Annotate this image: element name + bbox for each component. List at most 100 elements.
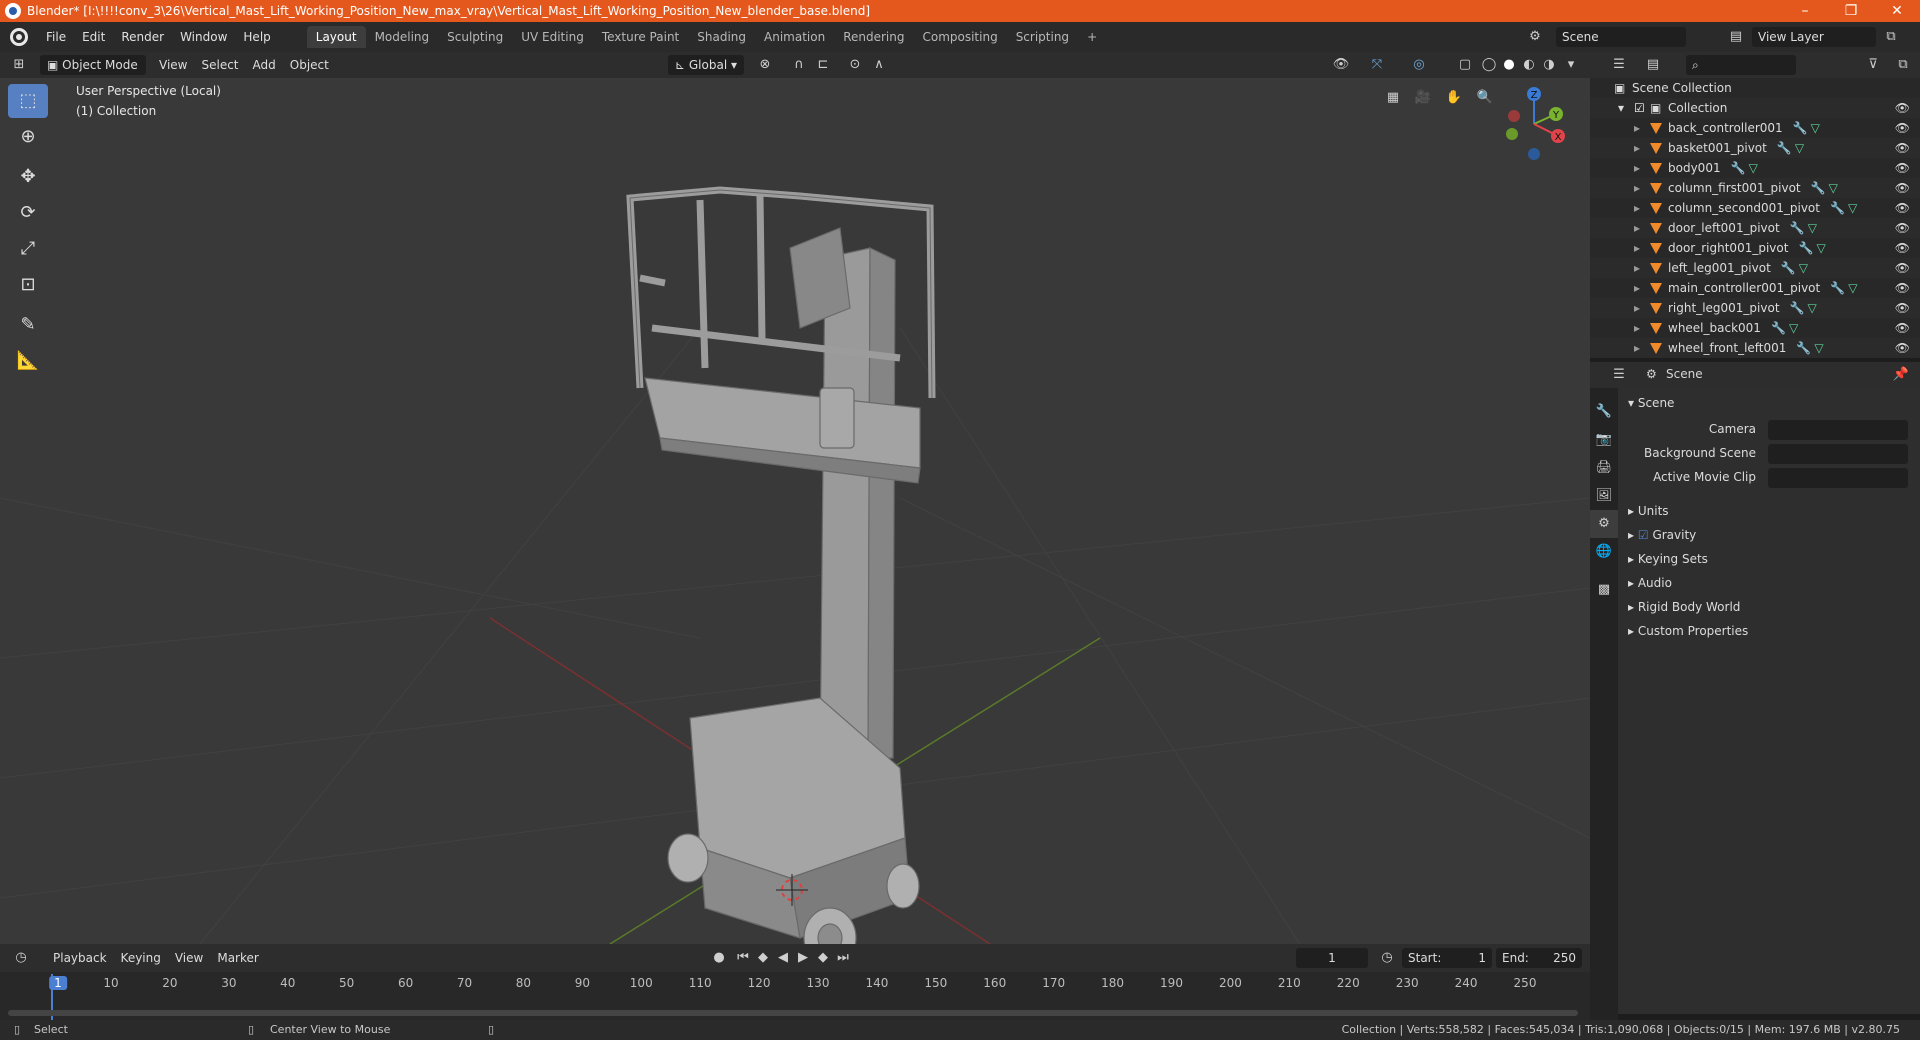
wireframe-shading-icon[interactable]: ◯	[1478, 55, 1500, 75]
record-icon[interactable]: ●	[708, 948, 730, 968]
pivot-point-icon[interactable]: ⊗	[754, 55, 776, 75]
texture-properties-tab-icon[interactable]: ▩	[1590, 576, 1618, 604]
modifier-icon[interactable]: 🔧	[1830, 198, 1845, 218]
new-view-layer-icon[interactable]: ⧉	[1880, 27, 1902, 47]
current-frame-field[interactable]: 1	[1296, 948, 1368, 968]
move-tool-icon[interactable]: ✥	[8, 160, 48, 194]
tab-shading[interactable]: Shading	[688, 26, 755, 48]
outliner-object-row[interactable]: ▸ back_controller001 🔧 ▽ 👁	[1590, 118, 1920, 138]
world-properties-tab-icon[interactable]: 🌐	[1590, 538, 1618, 566]
timeline-menu-view[interactable]: View	[168, 948, 210, 968]
measure-tool-icon[interactable]: 📐	[8, 344, 48, 378]
timeline-editor-type-icon[interactable]: ◷	[10, 948, 32, 968]
audio-section[interactable]: ▸ Audio	[1628, 576, 1672, 590]
eye-icon[interactable]: 👁	[1895, 338, 1910, 358]
scene-panel-header[interactable]: ▾ Scene	[1628, 396, 1674, 410]
modifier-icon[interactable]: 🔧	[1781, 258, 1796, 278]
expand-arrow-icon[interactable]: ▸	[1634, 138, 1640, 158]
viewport-menu-select[interactable]: Select	[194, 55, 245, 75]
solid-shading-icon[interactable]: ●	[1498, 55, 1520, 75]
xray-icon[interactable]: ▢	[1454, 55, 1476, 75]
menu-window[interactable]: Window	[172, 30, 235, 44]
modifier-icon[interactable]: 🔧	[1798, 238, 1813, 258]
shading-options-icon[interactable]: ▾	[1560, 55, 1582, 75]
snap-target-icon[interactable]: ⊏	[812, 55, 834, 75]
snap-icon[interactable]: ∩	[788, 55, 810, 75]
annotate-tool-icon[interactable]: ✎	[8, 308, 48, 342]
view-layer-selector[interactable]: View Layer	[1752, 27, 1876, 47]
timeline-scrollbar[interactable]	[8, 1010, 1578, 1016]
tab-animation[interactable]: Animation	[755, 26, 834, 48]
expand-arrow-icon[interactable]: ▸	[1634, 198, 1640, 218]
expand-arrow-icon[interactable]: ▸	[1634, 278, 1640, 298]
3d-viewport[interactable]: User Perspective (Local) (1) Collection …	[0, 78, 1590, 944]
eye-icon[interactable]: 👁	[1895, 278, 1910, 298]
scene-properties-tab-icon[interactable]: ⚙	[1590, 510, 1618, 538]
expand-arrow-icon[interactable]: ▸	[1634, 178, 1640, 198]
tool-properties-tab-icon[interactable]: 🔧	[1590, 398, 1618, 426]
display-mode-icon[interactable]: ▤	[1642, 55, 1664, 75]
outliner-collection[interactable]: ▾ ☑ ▣ Collection 👁	[1590, 98, 1920, 118]
overlay-toggle-icon[interactable]: ◎	[1408, 55, 1430, 75]
outliner-object-row[interactable]: ▸ door_right001_pivot 🔧 ▽ 👁	[1590, 238, 1920, 258]
minimize-button[interactable]: –	[1782, 0, 1828, 22]
timeline-menu-playback[interactable]: Playback	[46, 948, 114, 968]
eye-icon[interactable]: 👁	[1895, 218, 1910, 238]
menu-help[interactable]: Help	[235, 30, 278, 44]
eye-icon[interactable]: 👁	[1895, 298, 1910, 318]
eye-icon[interactable]: 👁	[1895, 238, 1910, 258]
prev-keyframe-icon[interactable]: ◆	[752, 948, 774, 968]
visibility-icon[interactable]: 👁	[1330, 55, 1352, 75]
frame-ruler[interactable]: 1 10 20 30 40 50 60 70 80 90 100 110 120 130 140 150 160…	[0, 972, 1590, 992]
menu-edit[interactable]: Edit	[74, 30, 113, 44]
play-icon[interactable]: ▶	[792, 948, 814, 968]
modifier-icon[interactable]: 🔧	[1777, 138, 1792, 158]
outliner-object-row[interactable]: ▸ right_leg001_pivot 🔧 ▽ 👁	[1590, 298, 1920, 318]
modifier-icon[interactable]: 🔧	[1771, 318, 1786, 338]
keying-sets-section[interactable]: ▸ Keying Sets	[1628, 552, 1708, 566]
expand-arrow-icon[interactable]: ▸	[1634, 298, 1640, 318]
axis-navigation-gizmo[interactable]: Z Y X	[1496, 86, 1570, 162]
restore-button[interactable]: ❐	[1828, 0, 1874, 22]
viewport-menu-add[interactable]: Add	[246, 55, 283, 75]
tab-rendering[interactable]: Rendering	[834, 26, 913, 48]
rigid-body-world-section[interactable]: ▸ Rigid Body World	[1628, 600, 1740, 614]
eye-icon[interactable]: 👁	[1895, 258, 1910, 278]
custom-properties-section[interactable]: ▸ Custom Properties	[1628, 624, 1748, 638]
properties-editor-type-icon[interactable]: ☰	[1608, 365, 1630, 385]
tab-uv-editing[interactable]: UV Editing	[512, 26, 593, 48]
next-keyframe-icon[interactable]: ◆	[812, 948, 834, 968]
camera-field[interactable]	[1768, 420, 1908, 440]
editor-type-icon[interactable]: ⊞	[8, 55, 30, 75]
jump-end-icon[interactable]: ⏭	[832, 948, 854, 968]
mesh-data-icon[interactable]: ▽	[1749, 158, 1758, 178]
expand-arrow-icon[interactable]: ▸	[1634, 158, 1640, 178]
scale-tool-icon[interactable]: ⤢	[8, 232, 48, 266]
tab-texture-paint[interactable]: Texture Paint	[593, 26, 688, 48]
mesh-data-icon[interactable]: ▽	[1799, 258, 1808, 278]
pin-icon[interactable]: 📌	[1890, 365, 1912, 385]
end-frame-field[interactable]: End: 250	[1496, 948, 1582, 968]
jump-start-icon[interactable]: ⏮	[732, 948, 754, 968]
gravity-checkbox[interactable]: ☑	[1638, 528, 1649, 542]
pan-view-icon[interactable]: ✋	[1443, 88, 1465, 108]
eye-icon[interactable]: 👁	[1895, 138, 1910, 158]
outliner-object-row[interactable]: ▸ door_left001_pivot 🔧 ▽ 👁	[1590, 218, 1920, 238]
render-properties-tab-icon[interactable]: 📷	[1590, 426, 1618, 454]
close-button[interactable]: ✕	[1874, 0, 1920, 22]
eye-icon[interactable]: 👁	[1895, 118, 1910, 138]
material-shading-icon[interactable]: ◐	[1518, 55, 1540, 75]
view-layer-properties-tab-icon[interactable]: 🖼	[1590, 482, 1618, 510]
tab-layout[interactable]: Layout	[306, 26, 366, 48]
viewport-menu-view[interactable]: View	[152, 55, 194, 75]
new-collection-icon[interactable]: ⧉	[1892, 55, 1914, 75]
start-frame-field[interactable]: Start: 1	[1402, 948, 1492, 968]
eye-icon[interactable]: 👁	[1895, 318, 1910, 338]
modifier-icon[interactable]: 🔧	[1790, 298, 1805, 318]
expand-arrow-icon[interactable]: ▸	[1634, 258, 1640, 278]
timeline-menu-marker[interactable]: Marker	[210, 948, 265, 968]
timeline-menu-keying[interactable]: Keying	[114, 948, 168, 968]
outliner-object-row[interactable]: ▸ basket001_pivot 🔧 ▽ 👁	[1590, 138, 1920, 158]
camera-view-icon[interactable]: 🎥	[1412, 88, 1434, 108]
gravity-section[interactable]: ▸ ☑ Gravity	[1628, 528, 1696, 542]
